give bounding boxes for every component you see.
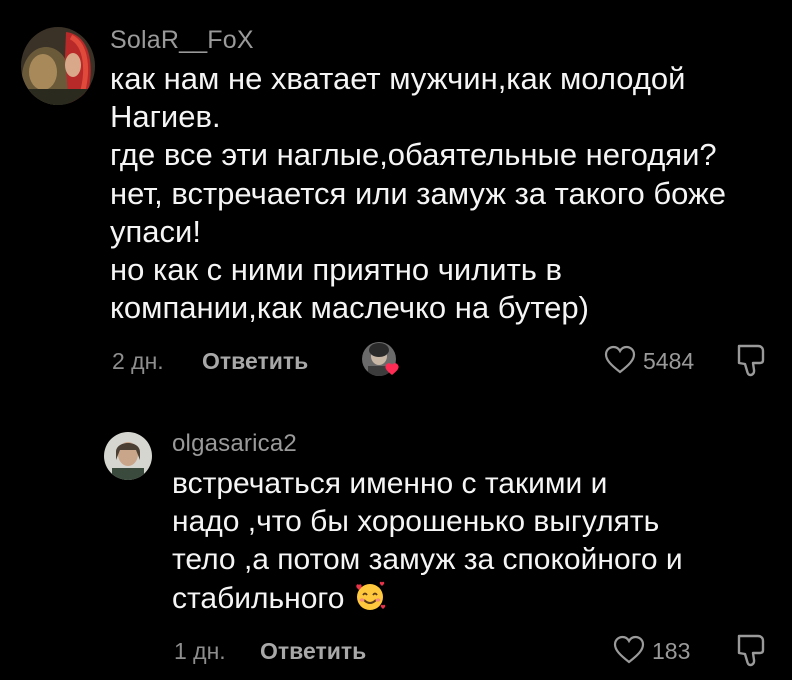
comment-line: упаси! — [110, 213, 201, 249]
comment-username[interactable]: olgasarica2 — [172, 430, 297, 458]
comment-line: где все эти наглые,обаятельные негодяи? — [110, 137, 717, 173]
comment-line: надо ,что бы хорошенько выгулять — [172, 505, 660, 539]
reply-button[interactable]: Ответить — [260, 638, 366, 665]
comment-line: как нам не хватает мужчин,как молодой — [110, 61, 686, 96]
comment-line: Нагиев. — [110, 99, 221, 135]
comment-username[interactable]: SolaR__FoX — [110, 26, 254, 55]
avatar-solar-fox[interactable] — [21, 27, 95, 105]
like-heart-icon[interactable] — [604, 345, 636, 375]
like-count: 5484 — [643, 348, 695, 374]
comment-text: встречаться именно с такими и надо ,что … — [172, 465, 683, 618]
comment-text: как нам не хватает мужчин,как молодой На… — [110, 60, 726, 327]
comment-line-with-emoji: стабильного — [172, 580, 683, 618]
comment-line: нет, встречается или замуж за такого бож… — [110, 175, 727, 211]
dislike-icon[interactable] — [733, 632, 767, 668]
comment-line: но как с ними приятно чилить в — [110, 252, 563, 288]
comment-line: встречаться именно с такими и — [172, 467, 608, 500]
comment-line: стабильного — [172, 581, 345, 615]
dislike-icon[interactable] — [733, 342, 767, 378]
comment-time: 2 дн. — [112, 348, 164, 374]
avatar-image — [21, 27, 95, 105]
comment-time: 1 дн. — [174, 638, 226, 664]
reply-button[interactable]: Ответить — [202, 348, 308, 375]
avatar-image — [104, 432, 152, 480]
like-heart-icon[interactable] — [613, 635, 645, 665]
smiling-face-with-hearts-icon — [356, 581, 386, 610]
comment-line: компании,как маслечко на бутер) — [110, 290, 589, 326]
author-liked-heart-icon — [385, 363, 399, 375]
comment-1: SolaR__FoX как нам не хватает мужчин,как… — [0, 0, 792, 400]
avatar-olgasarica2[interactable] — [104, 432, 152, 480]
like-count: 183 — [652, 638, 691, 664]
comment-line: тело ,а потом замуж за спокойного и — [172, 543, 683, 577]
